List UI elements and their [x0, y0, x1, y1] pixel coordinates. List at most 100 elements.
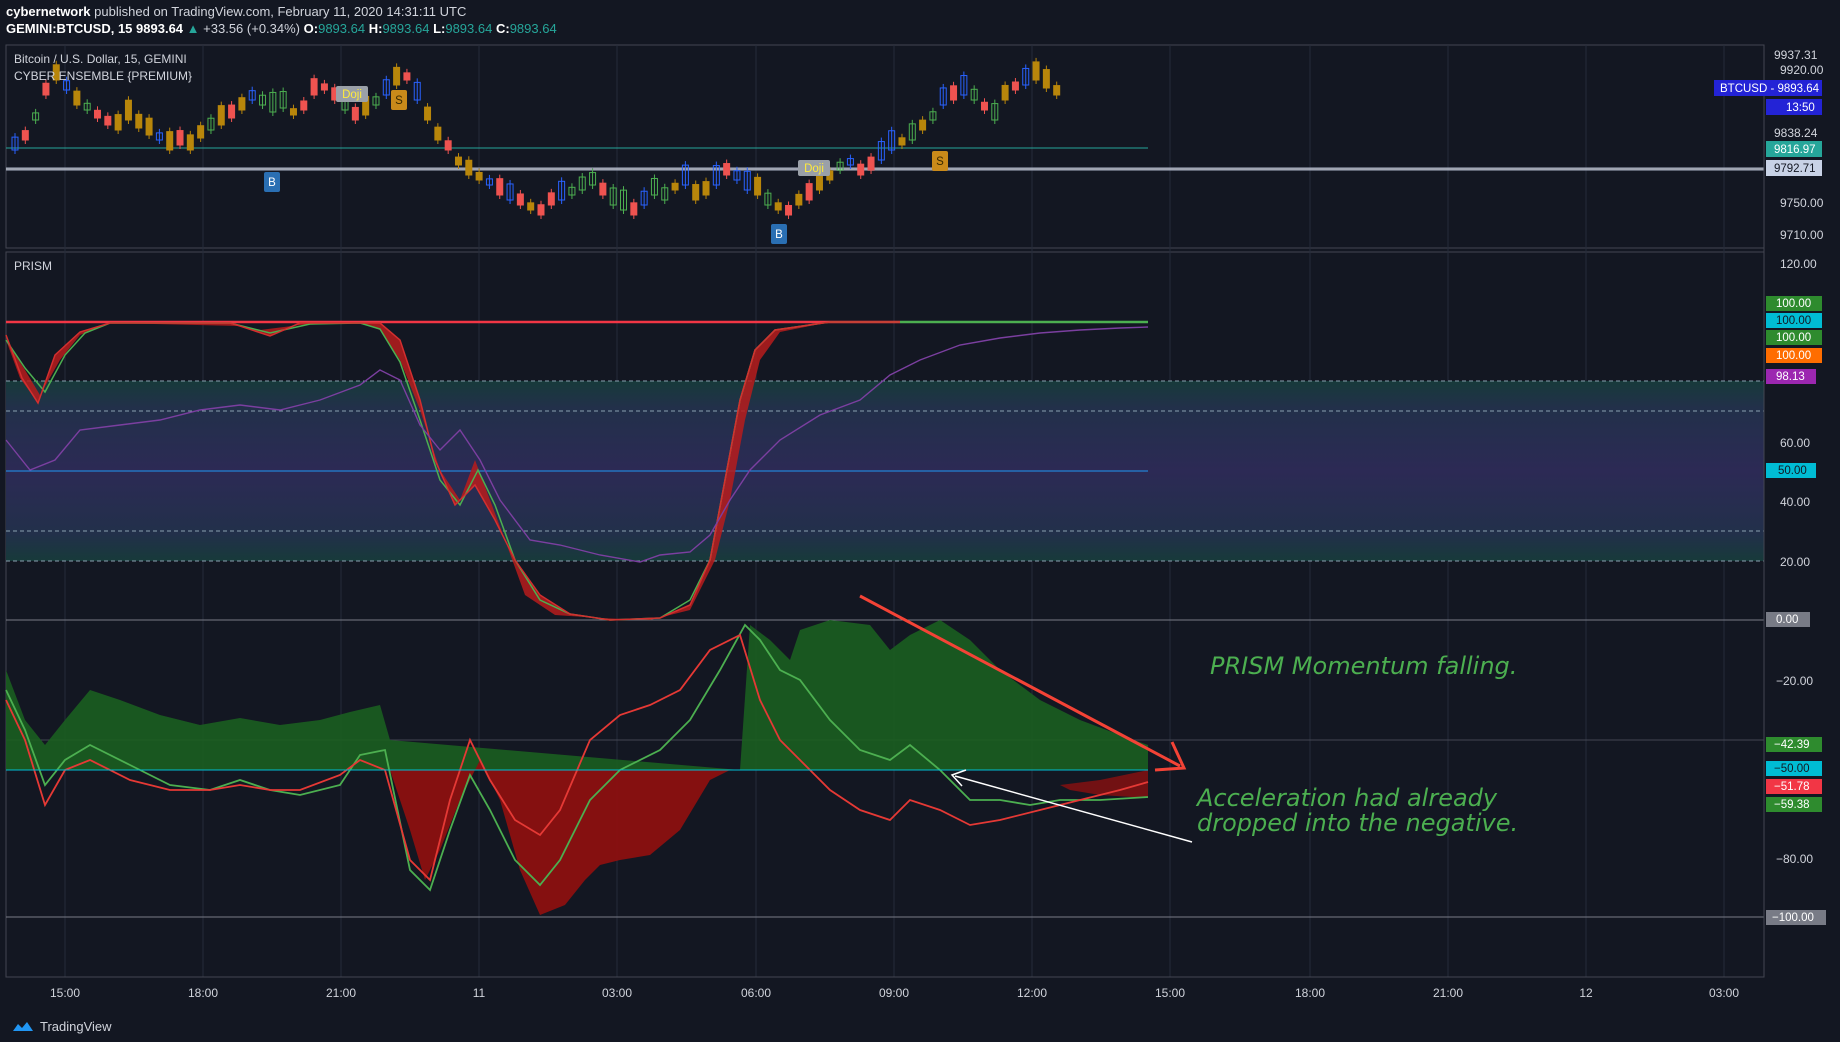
candle-body [754, 176, 762, 196]
buy-marker-2-label: B [775, 229, 783, 241]
candle-body [454, 156, 462, 166]
doji-marker-2[interactable]: Doji [798, 160, 830, 176]
buy-marker[interactable]: B [264, 172, 280, 192]
candle-body [217, 105, 225, 126]
svg-text:03:00: 03:00 [602, 986, 632, 1000]
svg-text:BTCUSD - 9893.64: BTCUSD - 9893.64 [1720, 83, 1820, 95]
svg-text:60.00: 60.00 [1780, 436, 1810, 450]
buy-marker-label: B [268, 177, 276, 189]
candle-body [176, 130, 184, 146]
candle-body [475, 171, 483, 181]
candle-body [124, 99, 132, 121]
candle-body [723, 163, 731, 176]
candle-body [1042, 69, 1050, 89]
acceleration-annotation: Acceleration had already dropped into th… [1197, 786, 1518, 836]
candle-body [805, 183, 813, 201]
svg-text:−59.38: −59.38 [1774, 799, 1810, 811]
sell-marker-2-label: S [936, 156, 944, 168]
svg-text:−50.00: −50.00 [1774, 763, 1810, 775]
series-title[interactable]: Bitcoin / U.S. Dollar, 15, GEMINI [14, 52, 187, 66]
candle-body [630, 202, 638, 216]
svg-text:100.00: 100.00 [1776, 332, 1811, 344]
candle-body [434, 126, 442, 141]
indicator-title[interactable]: CYBER ENSEMBLE {PREMIUM} [14, 69, 192, 83]
candle-body [424, 106, 432, 121]
candle-body [527, 202, 535, 211]
candle-body [42, 82, 50, 96]
candle-body [21, 130, 29, 141]
candle-body [393, 66, 401, 86]
svg-text:40.00: 40.00 [1780, 495, 1810, 509]
candle-body [1032, 61, 1040, 81]
svg-text:12: 12 [1579, 986, 1593, 1000]
acceleration-annotation-line2: dropped into the negative. [1197, 809, 1519, 837]
time-axis-labels: 15:00 18:00 21:00 11 03:00 06:00 09:00 1… [50, 986, 1739, 1000]
candle-body [1011, 81, 1019, 91]
price-pane[interactable] [5, 44, 1765, 249]
candle-body [785, 204, 793, 216]
buy-marker-2[interactable]: B [771, 224, 787, 244]
candle-body [599, 182, 607, 196]
svg-text:06:00: 06:00 [741, 986, 771, 1000]
prism-axis-tags[interactable]: 100.00 100.00 100.00 100.00 98.13 50.00 … [1766, 296, 1826, 925]
svg-text:100.00: 100.00 [1776, 298, 1811, 310]
candle-body [403, 72, 411, 81]
svg-text:21:00: 21:00 [326, 986, 356, 1000]
prism-title[interactable]: PRISM [14, 259, 52, 273]
svg-text:15:00: 15:00 [1155, 986, 1185, 1000]
candle-body [692, 184, 700, 201]
candle-body [135, 113, 143, 129]
sell-marker-2[interactable]: S [932, 151, 948, 171]
svg-text:9937.31: 9937.31 [1774, 48, 1818, 62]
tradingview-logo-icon [13, 1021, 33, 1031]
doji-marker[interactable]: Doji [336, 86, 368, 102]
svg-text:−42.39: −42.39 [1774, 739, 1810, 751]
svg-text:0.00: 0.00 [1776, 614, 1798, 626]
svg-text:9750.00: 9750.00 [1780, 196, 1824, 210]
candle-body [857, 163, 865, 176]
svg-text:−80.00: −80.00 [1776, 852, 1813, 866]
svg-text:18:00: 18:00 [188, 986, 218, 1000]
svg-text:100.00: 100.00 [1776, 350, 1811, 362]
prism-pane[interactable] [5, 251, 1765, 978]
svg-text:−20.00: −20.00 [1776, 674, 1813, 688]
candle-body [228, 104, 236, 119]
brand-label: TradingView [40, 1019, 112, 1034]
candle-body [774, 202, 782, 211]
candle-body [320, 83, 328, 91]
svg-text:13:50: 13:50 [1786, 102, 1815, 114]
candle-body [671, 182, 679, 191]
svg-text:100.00: 100.00 [1776, 315, 1811, 327]
tradingview-brand[interactable]: TradingView [12, 1019, 112, 1034]
svg-text:20.00: 20.00 [1780, 555, 1810, 569]
candle-body [465, 159, 473, 176]
candle-body [516, 193, 524, 206]
sell-marker-label: S [395, 95, 403, 107]
svg-text:9710.00: 9710.00 [1780, 228, 1824, 242]
svg-text:−51.78: −51.78 [1774, 781, 1810, 793]
acceleration-annotation-line1: Acceleration had already [1197, 784, 1498, 812]
candle-body [73, 90, 81, 106]
candle-body [94, 109, 102, 119]
candle-body [300, 100, 308, 111]
candle-body [950, 85, 958, 101]
svg-text:50.00: 50.00 [1778, 465, 1807, 477]
svg-text:21:00: 21:00 [1433, 986, 1463, 1000]
svg-text:15:00: 15:00 [50, 986, 80, 1000]
momentum-annotation: PRISM Momentum falling. [1210, 652, 1518, 680]
candle-body [145, 117, 153, 136]
sell-marker[interactable]: S [391, 90, 407, 110]
svg-text:120.00: 120.00 [1780, 257, 1817, 271]
candle-body [919, 119, 927, 131]
candle-body [496, 178, 504, 196]
candle-body [444, 140, 452, 151]
svg-text:9792.71: 9792.71 [1774, 163, 1816, 175]
candle-body [867, 156, 875, 171]
candle-body [197, 125, 205, 139]
doji-marker-2-label: Doji [804, 163, 824, 175]
doji-marker-label: Doji [342, 89, 362, 101]
svg-text:9838.24: 9838.24 [1774, 126, 1818, 140]
chart-canvas[interactable]: Doji S B Doji B S Bitcoin / U.S. Dollar,… [0, 0, 1840, 1042]
svg-text:−100.00: −100.00 [1772, 912, 1814, 924]
candle-body [980, 101, 988, 111]
